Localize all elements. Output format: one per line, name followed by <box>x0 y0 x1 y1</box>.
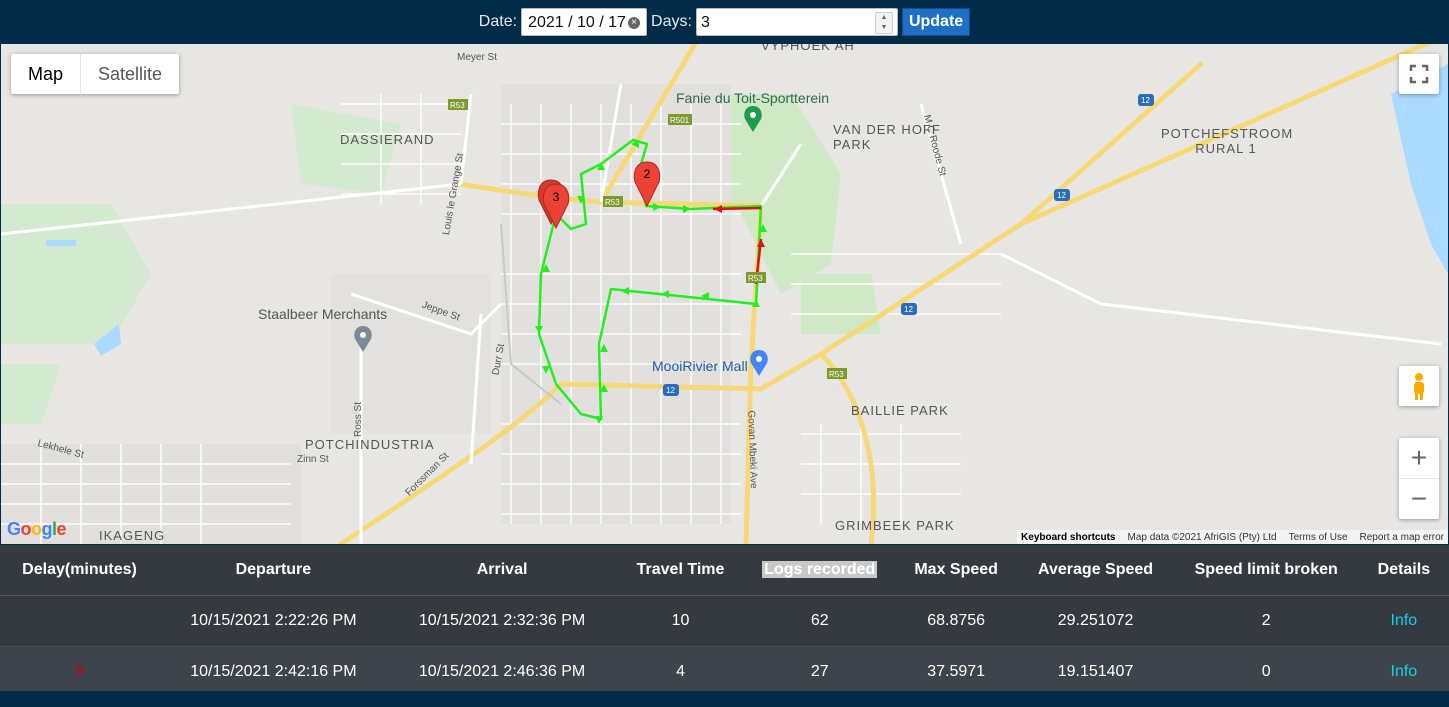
days-stepper[interactable]: ▲ ▼ <box>874 12 893 34</box>
street-label: Meyer St <box>457 52 498 63</box>
cell-arrival: 10/15/2021 2:32:36 PM <box>387 595 617 647</box>
water <box>46 240 76 246</box>
area-label-vyphoek: VYPHOEK AH <box>761 44 855 53</box>
cell-delay <box>0 595 160 647</box>
update-button[interactable]: Update <box>901 8 971 36</box>
cell-travel-time: 10 <box>616 595 745 647</box>
poi-label-staalbeer[interactable]: Staalbeer Merchants <box>258 306 387 322</box>
keyboard-shortcuts-link[interactable]: Keyboard shortcuts <box>1021 532 1115 543</box>
pegman-icon <box>1414 373 1424 400</box>
cell-departure: 10/15/2021 2:42:16 PM <box>159 646 388 698</box>
marker-2-label: 2 <box>643 167 651 181</box>
r53-south-road <box>818 351 876 544</box>
cell-logs-recorded: 27 <box>744 646 895 698</box>
poi-label-mooirivier[interactable]: MooiRivier Mall <box>652 358 748 374</box>
area-label-baillie-park: BAILLIE PARK <box>851 403 949 418</box>
trips-table: Delay(minutes) Departure Arrival Travel … <box>0 545 1449 698</box>
days-input[interactable]: 3 ▲ ▼ <box>695 8 898 36</box>
clear-date-icon[interactable]: × <box>628 17 641 29</box>
road-badge-r53: R53 <box>605 198 620 207</box>
area-label-grimbeek-park: GRIMBEEK PARK <box>835 518 955 533</box>
cell-details: Info <box>1358 646 1449 698</box>
page-footer-strip <box>0 691 1449 707</box>
street-label: Ross St <box>353 401 365 438</box>
map-attribution: Keyboard shortcuts Map data ©2021 AfriGI… <box>1017 530 1448 544</box>
street-label: Zinn St <box>297 454 329 465</box>
header-details[interactable]: Details <box>1358 545 1449 596</box>
days-value: 3 <box>700 14 710 31</box>
road-badge-12: 12 <box>666 386 675 395</box>
header-delay[interactable]: Delay(minutes) <box>0 545 160 596</box>
terms-of-use-link[interactable]: Terms of Use <box>1289 532 1348 543</box>
fullscreen-icon <box>1409 64 1429 84</box>
road-badge-12: 12 <box>1141 96 1150 105</box>
zoom-control: + − <box>1399 438 1439 519</box>
date-label: Date: <box>478 13 518 30</box>
fullscreen-button[interactable] <box>1399 54 1439 94</box>
poi-label-fanie[interactable]: Fanie du Toit-Sportterein <box>676 90 829 106</box>
header-max-speed[interactable]: Max Speed <box>894 545 1018 596</box>
table-header-row: Delay(minutes) Departure Arrival Travel … <box>0 545 1449 596</box>
header-travel-time[interactable]: Travel Time <box>616 545 745 596</box>
cell-delay: 9 <box>0 646 160 698</box>
toolbar: Date: 2021 / 10 / 17 × Days: 3 ▲ ▼ Update <box>0 0 1449 44</box>
info-link[interactable]: Info <box>1391 612 1418 629</box>
info-link[interactable]: Info <box>1391 663 1418 680</box>
cell-average-speed: 19.151407 <box>1017 646 1174 698</box>
cell-arrival: 10/15/2021 2:46:36 PM <box>387 646 617 698</box>
header-departure[interactable]: Departure <box>159 545 388 596</box>
road-badge-r53: R53 <box>829 370 844 379</box>
header-logs-recorded[interactable]: Logs recorded <box>744 545 895 596</box>
cell-max-speed: 68.8756 <box>894 595 1018 647</box>
cell-max-speed: 37.5971 <box>894 646 1018 698</box>
google-logo: Google <box>7 519 67 539</box>
stepper-up-icon[interactable]: ▲ <box>876 13 892 23</box>
road-badge-12: 12 <box>904 305 913 314</box>
zoom-in-button[interactable]: + <box>1399 438 1439 479</box>
cell-speed-limit-broken: 2 <box>1173 595 1359 647</box>
map-type-control: Map Satellite <box>11 54 180 94</box>
header-speed-limit-broken[interactable]: Speed limit broken <box>1173 545 1359 596</box>
table-row: 10/15/2021 2:22:26 PM 10/15/2021 2:32:36… <box>0 595 1449 647</box>
green-area <box>291 104 401 194</box>
map-data-text: Map data ©2021 AfriGIS (Pty) Ltd <box>1127 531 1277 543</box>
cell-speed-limit-broken: 0 <box>1173 646 1359 698</box>
map-canvas[interactable]: R53 R501 R53 R53 R53 12 12 12 12 2 3 DAS… <box>1 44 1448 544</box>
marker-3-label: 3 <box>552 190 560 204</box>
header-arrival[interactable]: Arrival <box>387 545 617 596</box>
cell-logs-recorded: 62 <box>744 595 895 647</box>
road-badge-12: 12 <box>1057 191 1066 200</box>
date-input[interactable]: 2021 / 10 / 17 × <box>521 8 648 36</box>
map-base: R53 R501 R53 R53 R53 12 12 12 12 <box>1 44 1448 544</box>
days-label: Days: <box>651 13 692 30</box>
street-view-pegman[interactable] <box>1399 366 1439 406</box>
cell-travel-time: 4 <box>616 646 745 698</box>
cell-details: Info <box>1358 595 1449 647</box>
report-map-error-link[interactable]: Report a map error <box>1360 532 1444 543</box>
water <box>1391 64 1448 274</box>
road-badge-r53: R53 <box>748 274 763 283</box>
table-row: 9 10/15/2021 2:42:16 PM 10/15/2021 2:46:… <box>0 646 1449 698</box>
road-badge-r501: R501 <box>670 116 690 125</box>
stepper-down-icon[interactable]: ▼ <box>876 23 892 33</box>
area-label-ikageng: IKAGENG <box>99 528 166 543</box>
area-label-potchindustria: POTCHINDUSTRIA <box>305 437 435 452</box>
cell-departure: 10/15/2021 2:22:26 PM <box>159 595 388 647</box>
map-type-map-button[interactable]: Map <box>11 54 82 94</box>
sorted-column-label: Logs recorded <box>762 561 878 578</box>
road-badge-r53: R53 <box>450 101 465 110</box>
map-type-satellite-button[interactable]: Satellite <box>81 54 179 94</box>
zoom-out-button[interactable]: − <box>1399 479 1439 519</box>
date-value: 2021 / 10 / 17 <box>528 14 626 31</box>
green-area <box>1 364 61 424</box>
area-label-dassierand: DASSIERAND <box>340 132 435 147</box>
area-label-potchefstroom-rural: POTCHEFSTROOM RURAL 1 <box>1161 126 1294 156</box>
header-average-speed[interactable]: Average Speed <box>1017 545 1174 596</box>
cell-average-speed: 29.251072 <box>1017 595 1174 647</box>
